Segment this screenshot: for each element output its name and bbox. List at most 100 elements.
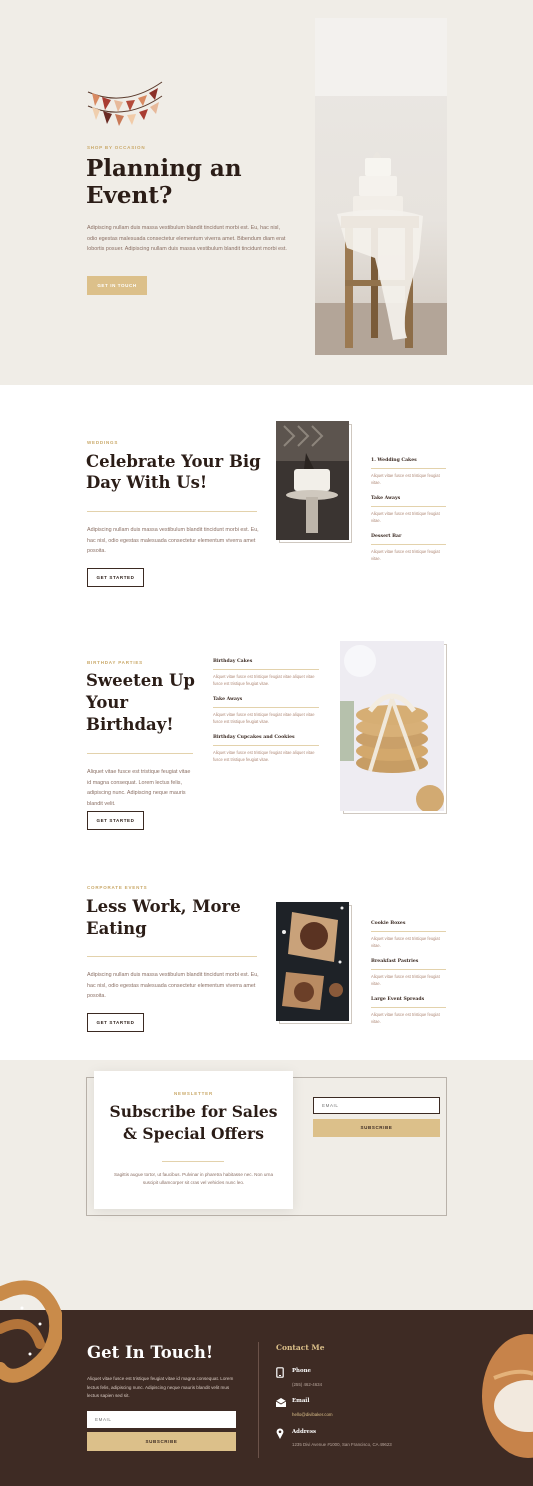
list-item-title: 1. Wedding Cakes (371, 458, 417, 463)
email-value[interactable]: hello@divibaker.com (292, 1412, 333, 1417)
cookies-photo (340, 641, 444, 811)
list-item-desc: Aliquet vitae fusce est tristique feugia… (371, 1012, 440, 1024)
hero-section: SHOP BY OCCASION Planning an Event? Adip… (0, 0, 533, 385)
birthday-title-line: Birthday! (86, 715, 174, 734)
birthday-title-line: Your (86, 693, 129, 712)
list-item: Take Aways Aliquet vitae fusce est trist… (213, 697, 319, 735)
list-item-title: Breakfast Pastries (371, 959, 419, 964)
phone-label: Phone (292, 1368, 311, 1374)
list-item-divider (371, 544, 446, 545)
list-item: Large Event Spreads Aliquet vitae fusce … (371, 997, 446, 1035)
hero-eyebrow: SHOP BY OCCASION (87, 145, 146, 150)
list-item-title: Large Event Spreads (371, 997, 425, 1002)
corporate-section: CORPORATE EVENTS Less Work, More Eating … (0, 865, 533, 1060)
list-item-divider (213, 707, 319, 708)
pretzel-decoration (0, 1280, 62, 1383)
list-item-desc: Aliquet vitae fusce est tristique feugia… (371, 511, 440, 523)
cake-stool-illustration (315, 18, 447, 355)
corporate-title-line: Less Work, More (86, 897, 241, 916)
corporate-title-line: Eating (86, 919, 147, 938)
footer-title: Get In Touch! (87, 1343, 214, 1362)
corporate-eyebrow: CORPORATE EVENTS (87, 885, 148, 890)
wedding-cake-illustration (276, 421, 349, 540)
list-item-desc: Aliquet vitae fusce est tristique feugia… (371, 549, 440, 561)
list-item: Breakfast Pastries Aliquet vitae fusce e… (371, 959, 446, 997)
footer-section: Get In Touch! Aliquet vitae fusce est tr… (0, 1280, 533, 1486)
list-item: 1. Wedding Cakes Aliquet vitae fusce est… (371, 458, 446, 496)
footer-email-input[interactable] (87, 1411, 236, 1428)
birthday-section: BIRTHDAY PARTIES Sweeten Up Your Birthda… (0, 625, 533, 865)
get-in-touch-button[interactable]: GET IN TOUCH (87, 276, 147, 295)
list-item: Birthday Cakes Aliquet vitae fusce est t… (213, 659, 319, 697)
weddings-title-line: Celebrate Your Big (86, 452, 261, 471)
hero-title: Planning an Event? (86, 155, 242, 209)
list-item-title: Dessert Bar (371, 534, 402, 539)
list-item: Birthday Cupcakes and Cookies Aliquet vi… (213, 735, 319, 773)
newsletter-divider (162, 1161, 224, 1162)
weddings-eyebrow: WEDDINGS (87, 440, 119, 445)
email-icon (276, 1398, 286, 1407)
pastries-illustration (276, 902, 349, 1021)
corporate-get-started-button[interactable]: GET STARTED (87, 1013, 144, 1032)
address-label: Address (292, 1429, 317, 1435)
list-item-divider (371, 931, 446, 932)
list-item-desc: Aliquet vitae fusce est tristique feugia… (371, 974, 440, 986)
list-item: Dessert Bar Aliquet vitae fusce est tris… (371, 534, 446, 572)
birthday-title-line: Sweeten Up (86, 671, 195, 690)
corporate-title: Less Work, More Eating (86, 896, 241, 940)
list-item-desc: Aliquet vitae fusce est tristique feugia… (213, 674, 315, 686)
footer-subscribe-button[interactable]: SUBSCRIBE (87, 1432, 236, 1451)
list-item-divider (371, 468, 446, 469)
weddings-section: WEDDINGS Celebrate Your Big Day With Us!… (0, 385, 533, 625)
footer-vertical-divider (258, 1342, 259, 1458)
phone-icon (276, 1367, 284, 1378)
phone-value[interactable]: (255) 462-4634 (292, 1382, 322, 1387)
list-item: Cookie Boxes Aliquet vitae fusce est tri… (371, 921, 446, 959)
list-item-title: Birthday Cupcakes and Cookies (213, 735, 295, 740)
list-item: Take Aways Aliquet vitae fusce est trist… (371, 496, 446, 534)
birthday-divider (87, 753, 193, 754)
hero-title-line: Event? (86, 182, 173, 209)
list-item-desc: Aliquet vitae fusce est tristique feugia… (371, 936, 440, 948)
corporate-divider (87, 956, 257, 957)
hero-title-line: Planning an (86, 155, 242, 182)
list-item-desc: Aliquet vitae fusce est tristique feugia… (213, 750, 315, 762)
bunting-decoration (87, 81, 163, 126)
location-pin-icon (276, 1428, 284, 1439)
list-item-title: Take Aways (371, 496, 401, 501)
weddings-title-line: Day With Us! (86, 473, 208, 492)
list-item-divider (371, 506, 446, 507)
list-item-desc: Aliquet vitae fusce est tristique feugia… (213, 712, 315, 724)
weddings-text: Adipiscing nullam duis massa vestibulum … (87, 527, 259, 554)
list-item-divider (213, 745, 319, 746)
birthday-text: Aliquet vitae fusce est tristique feugia… (87, 769, 191, 807)
newsletter-title: Subscribe for Sales & Special Offers (94, 1101, 293, 1145)
newsletter-text: Sagittis augue tortor, ut faucibus. Pulv… (113, 1172, 274, 1185)
birthday-title: Sweeten Up Your Birthday! (86, 670, 195, 736)
cookies-illustration (340, 641, 444, 811)
email-label: Email (292, 1398, 310, 1404)
newsletter-title-line: & Special Offers (123, 1124, 264, 1143)
newsletter-card: NEWSLETTER Subscribe for Sales & Special… (94, 1071, 293, 1209)
contact-heading: Contact Me (276, 1343, 325, 1352)
birthday-get-started-button[interactable]: GET STARTED (87, 811, 144, 830)
hero-text: Adipiscing nullam duis massa vestibulum … (87, 225, 287, 252)
weddings-divider (87, 511, 257, 512)
list-item-divider (371, 1007, 446, 1008)
wedding-cake-photo (276, 421, 349, 540)
newsletter-title-line: Subscribe for Sales (109, 1102, 278, 1121)
pastries-photo (276, 902, 349, 1021)
list-item-divider (371, 969, 446, 970)
corporate-text: Adipiscing nullam duis massa vestibulum … (87, 972, 259, 999)
weddings-items: 1. Wedding Cakes Aliquet vitae fusce est… (371, 458, 446, 572)
hero-cake-photo (315, 18, 447, 355)
newsletter-subscribe-button[interactable]: SUBSCRIBE (313, 1119, 440, 1137)
list-item-title: Take Aways (213, 697, 243, 702)
footer-text: Aliquet vitae fusce est tristique feugia… (87, 1376, 234, 1398)
weddings-get-started-button[interactable]: GET STARTED (87, 568, 144, 587)
birthday-items: Birthday Cakes Aliquet vitae fusce est t… (213, 659, 319, 773)
list-item-divider (213, 669, 319, 670)
list-item-title: Birthday Cakes (213, 659, 253, 664)
newsletter-email-input[interactable] (313, 1097, 440, 1114)
list-item-desc: Aliquet vitae fusce est tristique feugia… (371, 473, 440, 485)
